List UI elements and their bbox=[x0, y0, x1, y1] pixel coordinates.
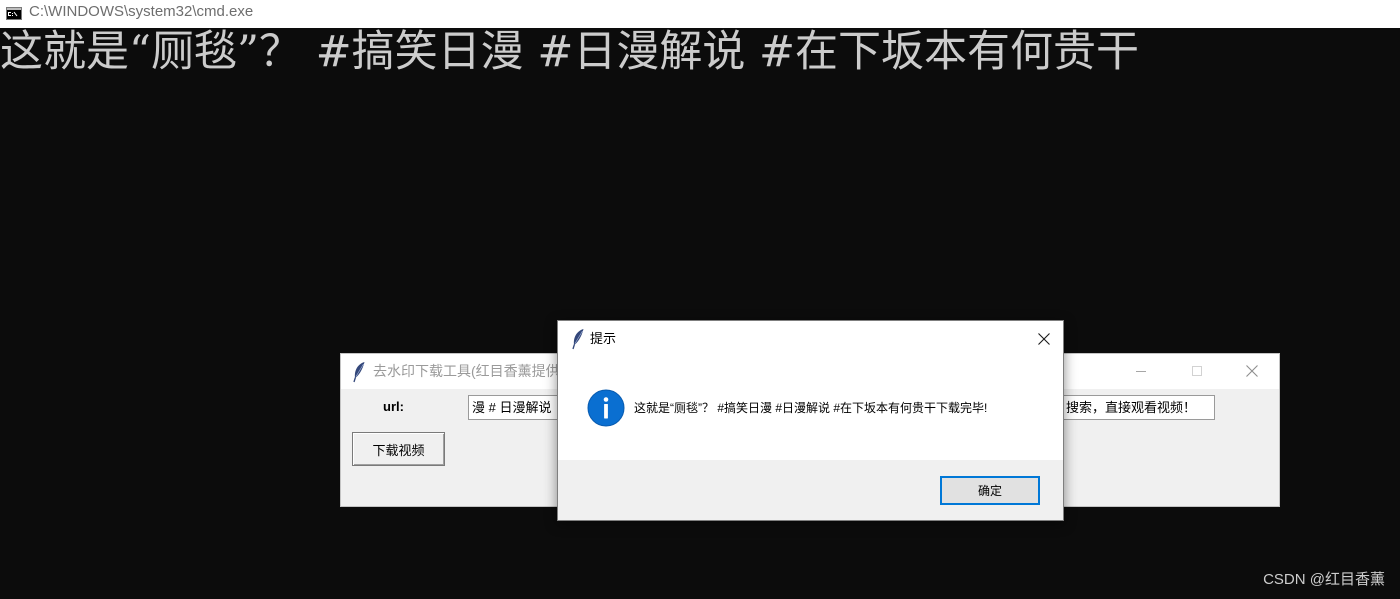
dialog-title: 提示 bbox=[590, 331, 617, 346]
url-label: url: bbox=[383, 399, 404, 414]
maximize-button[interactable] bbox=[1174, 356, 1220, 386]
message-dialog: 提示 这就是“厕毯”？ #搞笑日漫 #日漫解说 #在下坂本有何贵干下载完毕! 确… bbox=[557, 320, 1064, 521]
close-icon bbox=[1038, 332, 1050, 345]
ok-button[interactable]: 确定 bbox=[940, 476, 1040, 505]
url-value-visible-start: 漫 # 日漫解说 bbox=[472, 400, 552, 415]
feather-icon bbox=[353, 362, 365, 383]
csdn-watermark: CSDN @红目香薰 bbox=[1263, 571, 1385, 588]
info-icon bbox=[587, 389, 625, 427]
cmd-icon bbox=[6, 7, 22, 20]
dialog-title-bar[interactable]: 提示 bbox=[558, 321, 1063, 356]
close-icon bbox=[1246, 365, 1258, 377]
url-value-visible-end: 搜索，直接观看视频！ bbox=[1066, 400, 1197, 415]
minimize-icon bbox=[1136, 371, 1146, 372]
maximize-icon bbox=[1192, 366, 1202, 376]
cmd-window-title: C:\WINDOWS\system32\cmd.exe bbox=[29, 3, 254, 20]
downloader-window-title: 去水印下载工具(红目香薰提供 bbox=[373, 363, 560, 379]
cmd-title-bar[interactable]: C:\WINDOWS\system32\cmd.exe bbox=[0, 0, 1400, 28]
download-video-button[interactable]: 下载视频 bbox=[352, 432, 445, 466]
dialog-footer: 确定 bbox=[558, 460, 1063, 520]
console-output-line: 这就是“厕毯”？ #搞笑日漫 #日漫解说 #在下坂本有何贵干 bbox=[0, 27, 1140, 77]
minimize-button[interactable] bbox=[1118, 356, 1164, 386]
close-button[interactable] bbox=[1229, 356, 1275, 386]
dialog-close-button[interactable] bbox=[1025, 323, 1063, 354]
feather-icon bbox=[572, 329, 584, 350]
dialog-message: 这就是“厕毯”？ #搞笑日漫 #日漫解说 #在下坂本有何贵干下载完毕! bbox=[634, 401, 988, 415]
